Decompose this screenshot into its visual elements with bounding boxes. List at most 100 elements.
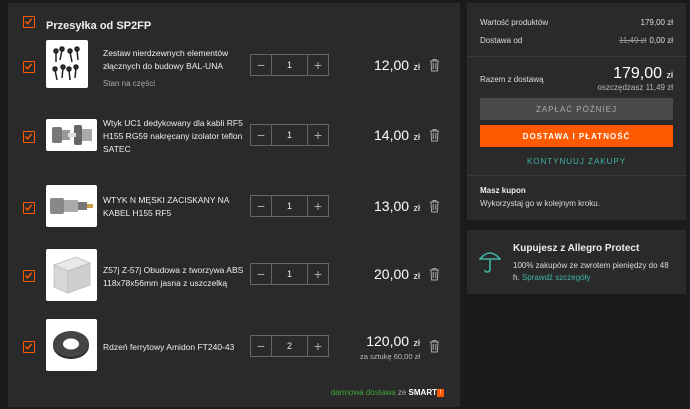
item-checkbox[interactable] [23,202,35,214]
delivery-label: Dostawa od [480,36,523,45]
price-amount: 14,00 [374,127,410,143]
item-name[interactable]: Rdzeń ferrytowy Amidon FT240-43 [103,341,248,354]
cart-panel: Przesyłka od SP2FP Zestaw nierdzewnych e… [8,3,460,407]
free-delivery-with: ze [397,388,407,397]
order-summary: Wartość produktów 179,00 zł Dostawa od 1… [467,3,686,220]
products-value-row: Wartość produktów 179,00 zł [480,18,673,27]
item-name[interactable]: Zestaw nierdzewnych elementów złącznych … [103,47,248,73]
summary-divider [467,56,686,57]
check-icon [24,204,33,211]
protect-title: Kupujesz z Allegro Protect [513,243,640,254]
check-icon [24,272,33,279]
item-condition: Stan na części [103,79,156,88]
seller-label: Przesyłka od SP2FP [46,20,152,32]
quantity-input[interactable]: 1 [271,125,308,145]
cart-item: Wtyk UC1 dedykowany dla kabli RF5 H155 R… [8,107,460,165]
trash-icon[interactable] [429,58,440,72]
item-name[interactable]: Z57j Z-57j Obudowa z tworzywa ABS 118x78… [103,264,248,290]
seller-checkbox[interactable] [23,16,35,28]
price-amount: 13,00 [374,198,410,214]
price-currency: zł [413,132,421,142]
item-name[interactable]: Wtyk UC1 dedykowany dla kabli RF5 H155 R… [103,117,248,156]
check-icon [24,63,33,70]
quantity-input[interactable]: 1 [271,196,308,216]
pay-later-button[interactable]: ZAPŁAĆ PÓŹNIEJ [480,98,673,120]
protect-details-link[interactable]: Sprawdź szczegóły [522,273,590,282]
free-delivery-note: darmowa dostawa ze SMART! [331,388,444,397]
hardware-set-thumbnail[interactable] [46,40,88,88]
delivery-price: 11,49 zł 0,00 zł [619,36,673,45]
connector-thumbnail[interactable] [46,119,97,151]
total-label: Razem z dostawą [480,75,544,84]
total-value: 179,00 zł [613,65,673,83]
products-value: 179,00 zł [640,18,673,27]
delivery-old-price: 11,49 zł [618,36,647,45]
price-currency: zł [413,62,421,72]
check-icon [24,343,33,350]
decrease-button[interactable]: − [251,336,271,356]
price-currency: zł [413,271,421,281]
item-checkbox[interactable] [23,341,35,353]
summary-divider [467,175,686,176]
item-price: 20,00 zł [374,266,420,284]
coupon-subtitle: Wykorzystaj go w kolejnym kroku. [480,199,600,208]
ferrite-core-thumbnail[interactable] [46,319,97,371]
trash-icon[interactable] [429,267,440,281]
free-delivery-text: darmowa dostawa [330,388,396,397]
price-amount: 12,00 [374,57,410,73]
increase-button[interactable]: + [308,264,328,284]
quantity-stepper: − 1 + [250,195,329,217]
cart-item: Rdzeń ferrytowy Amidon FT240-43 − 2 + 12… [8,315,460,373]
total-amount: 179,00 [613,65,663,82]
umbrella-icon [479,252,501,273]
increase-button[interactable]: + [308,55,328,75]
item-checkbox[interactable] [23,131,35,143]
cart-item: Z57j Z-57j Obudowa z tworzywa ABS 118x78… [8,246,460,304]
item-checkbox[interactable] [23,270,35,282]
n-connector-thumbnail[interactable] [46,185,97,227]
continue-shopping-link[interactable]: KONTYNUUJ ZAKUPY [467,157,686,166]
quantity-stepper: − 1 + [250,54,329,76]
decrease-button[interactable]: − [251,125,271,145]
item-name[interactable]: WTYK N MĘSKI ZACISKANY NA KABEL H155 RF5 [103,194,248,220]
price-amount: 120,00 [366,333,410,349]
unit-price: za sztukę 60,00 zł [359,352,420,361]
saving-text: oszczędzasz 11,49 zł [597,83,673,92]
trash-icon[interactable] [429,339,440,353]
total-currency: zł [666,70,674,80]
quantity-input[interactable]: 2 [271,336,308,356]
checkout-button[interactable]: DOSTAWA I PŁATNOŚĆ [480,125,673,147]
decrease-button[interactable]: − [251,264,271,284]
item-price: 120,00 zł za sztukę 60,00 zł [360,333,420,361]
protect-description: 100% zakupów ze zwrotem pieniędzy do 48 … [513,260,673,284]
quantity-input[interactable]: 1 [271,55,308,75]
quantity-stepper: − 1 + [250,124,329,146]
products-value-label: Wartość produktów [480,18,549,27]
item-name-block: Zestaw nierdzewnych elementów złącznych … [103,47,248,90]
delivery-value: 0,00 zł [649,36,673,45]
decrease-button[interactable]: − [251,196,271,216]
quantity-stepper: − 2 + [250,335,329,357]
item-price: 14,00 zł [374,127,420,145]
decrease-button[interactable]: − [251,55,271,75]
item-price: 13,00 zł [374,198,420,216]
allegro-protect-box: Kupujesz z Allegro Protect 100% zakupów … [467,230,686,294]
smart-logo: SMART [408,388,437,397]
cart-item: WTYK N MĘSKI ZACISKANY NA KABEL H155 RF5… [8,178,460,236]
delivery-row: Dostawa od 11,49 zł 0,00 zł [480,36,673,45]
increase-button[interactable]: + [308,196,328,216]
item-checkbox[interactable] [23,61,35,73]
trash-icon[interactable] [429,128,440,142]
increase-button[interactable]: + [308,336,328,356]
increase-button[interactable]: + [308,125,328,145]
trash-icon[interactable] [429,199,440,213]
price-currency: zł [413,338,421,348]
item-price: 12,00 zł [374,57,420,75]
price-currency: zł [413,203,421,213]
quantity-input[interactable]: 1 [271,264,308,284]
coupon-title: Masz kupon [480,186,526,195]
enclosure-thumbnail[interactable] [46,249,97,301]
smart-badge-icon: ! [437,388,444,397]
check-icon [24,133,33,140]
price-amount: 20,00 [374,266,410,282]
